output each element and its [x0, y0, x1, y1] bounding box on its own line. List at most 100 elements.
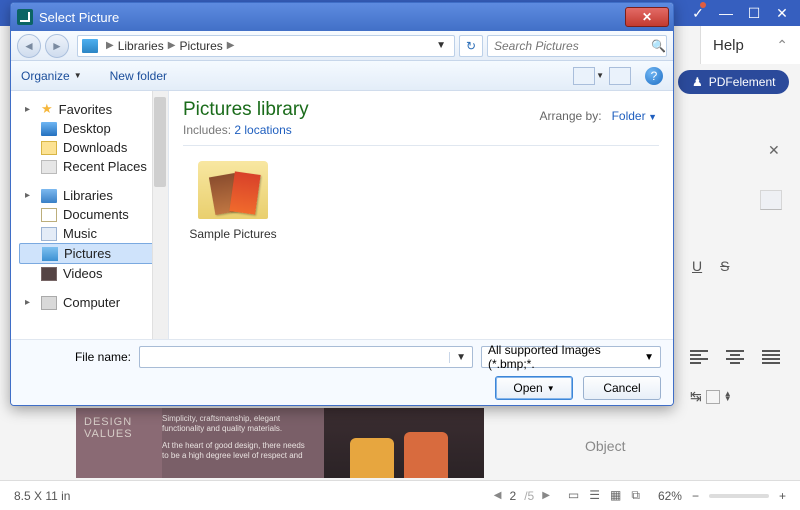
library-subtitle: Includes: 2 locations: [183, 123, 659, 137]
tree-desktop[interactable]: Desktop: [19, 119, 164, 138]
search-input[interactable]: [494, 39, 651, 53]
zoom-value[interactable]: 62%: [658, 489, 682, 503]
dialog-title: Select Picture: [39, 10, 119, 25]
dropdown-stub[interactable]: [760, 190, 782, 210]
folder-item-sample-pictures[interactable]: Sample Pictures: [183, 161, 283, 241]
tree-videos[interactable]: Videos: [19, 264, 164, 283]
tree-documents[interactable]: Documents: [19, 205, 164, 224]
search-box[interactable]: 🔍: [487, 35, 667, 57]
select-picture-dialog: Select Picture ✕ ◄ ► ▶ Libraries ▶ Pictu…: [10, 2, 674, 406]
maximize-button[interactable]: ☐: [740, 2, 768, 24]
chevron-right-icon[interactable]: ▶: [102, 40, 118, 51]
tree-music[interactable]: Music: [19, 224, 164, 243]
page-navigator: ◀ 2 /5 ▶: [494, 489, 550, 503]
page-dimensions: 8.5 X 11 in: [14, 489, 70, 503]
chevron-right-icon[interactable]: ▶: [164, 40, 180, 51]
view-single-icon[interactable]: ▭: [568, 488, 579, 503]
crumb-libraries[interactable]: Libraries: [118, 39, 164, 53]
help-panel-header: Help ⌃: [700, 26, 800, 64]
align-justify-button[interactable]: [762, 350, 780, 364]
close-button[interactable]: ✕: [768, 2, 796, 24]
content-pane: Pictures library Includes: 2 locations A…: [169, 91, 673, 339]
align-left-button[interactable]: [690, 350, 708, 364]
zoom-slider[interactable]: [709, 494, 769, 498]
tree-libraries[interactable]: ▸Libraries: [19, 186, 164, 205]
view-grid-icon[interactable]: ▦: [610, 488, 621, 503]
status-bar: 8.5 X 11 in ◀ 2 /5 ▶ ▭ ☰ ▦ ⧉ 62% − +: [0, 480, 800, 510]
tree-recent[interactable]: Recent Places: [19, 157, 164, 176]
strikethrough-button[interactable]: S: [720, 258, 729, 274]
indent-icon[interactable]: ↹: [690, 388, 702, 405]
indent-stepper[interactable]: ▲▼: [724, 392, 732, 402]
crumb-pictures[interactable]: Pictures: [179, 39, 222, 53]
indent-group: ↹ ▲▼: [690, 388, 732, 405]
preview-pane-button[interactable]: [609, 67, 631, 85]
dialog-nav: ◄ ► ▶ Libraries ▶ Pictures ▶ ▼ ↻ 🔍: [11, 31, 673, 61]
underline-button[interactable]: U: [692, 258, 702, 274]
tree-favorites[interactable]: ▸★Favorites: [19, 99, 164, 119]
folder-icon: [198, 161, 268, 219]
breadcrumb[interactable]: ▶ Libraries ▶ Pictures ▶ ▼: [77, 35, 455, 57]
pdfelement-account-button[interactable]: ♟ PDFelement: [678, 70, 789, 94]
cancel-button[interactable]: Cancel: [583, 376, 661, 400]
object-section-label: Object: [585, 438, 625, 454]
arrange-by-dropdown[interactable]: Folder: [612, 109, 657, 123]
view-mode-group: ▭ ☰ ▦ ⧉: [568, 488, 640, 503]
dialog-toolbar: Organize New folder ▼ ?: [11, 61, 673, 91]
notification-dot-icon: [700, 2, 706, 8]
view-options-button[interactable]: ▼: [573, 67, 595, 85]
library-icon: [82, 39, 98, 53]
indent-value-box[interactable]: [706, 390, 720, 404]
panel-close-icon[interactable]: ✕: [768, 142, 780, 159]
back-button[interactable]: ◄: [17, 34, 41, 58]
forward-button[interactable]: ►: [45, 34, 69, 58]
view-continuous-icon[interactable]: ☰: [589, 488, 600, 503]
organize-menu[interactable]: Organize: [21, 69, 82, 83]
help-icon[interactable]: ?: [645, 67, 663, 85]
folder-label: Sample Pictures: [183, 227, 283, 241]
doc-heading: DESIGN VALUES: [76, 408, 162, 478]
filename-input[interactable]: ▼: [139, 346, 473, 368]
dialog-titlebar[interactable]: Select Picture ✕: [11, 3, 673, 31]
refresh-button[interactable]: ↻: [459, 35, 483, 57]
page-total: /5: [524, 489, 534, 503]
tree-computer[interactable]: ▸Computer: [19, 293, 164, 312]
help-label: Help: [713, 37, 744, 54]
filename-dropdown-icon[interactable]: ▼: [449, 352, 472, 363]
document-preview: DESIGN VALUES Simplicity, craftsmanship,…: [76, 408, 484, 478]
page-next-button[interactable]: ▶: [542, 490, 550, 501]
tree-downloads[interactable]: Downloads: [19, 138, 164, 157]
alignment-group: [690, 350, 780, 364]
align-center-button[interactable]: [726, 350, 744, 364]
open-button[interactable]: Open▼: [495, 376, 573, 400]
arrange-by: Arrange by: Folder: [540, 109, 658, 123]
nav-tree: ▸★Favorites Desktop Downloads Recent Pla…: [11, 91, 169, 339]
page-prev-button[interactable]: ◀: [494, 490, 502, 501]
chevron-up-icon[interactable]: ⌃: [776, 37, 788, 54]
new-folder-button[interactable]: New folder: [110, 69, 167, 83]
pdfelement-label: PDFelement: [709, 75, 776, 89]
chevron-right-icon[interactable]: ▶: [223, 40, 239, 51]
filetype-dropdown[interactable]: All supported Images (*.bmp;*. ▼: [481, 346, 661, 368]
checkmark-icon[interactable]: ✓: [684, 2, 712, 24]
zoom-out-button[interactable]: −: [692, 489, 699, 503]
chevron-down-icon: ▼: [644, 352, 654, 363]
page-current[interactable]: 2: [510, 489, 517, 503]
filename-label: File name:: [23, 350, 131, 364]
doc-text: Simplicity, craftsmanship, elegant funct…: [162, 414, 312, 462]
text-decoration-group: U S: [692, 258, 729, 274]
locations-link[interactable]: 2 locations: [234, 123, 291, 137]
dialog-bottom: File name: ▼ All supported Images (*.bmp…: [11, 339, 673, 405]
tree-pictures[interactable]: Pictures: [19, 243, 164, 264]
view-read-icon[interactable]: ⧉: [631, 488, 640, 503]
zoom-control: 62% − +: [658, 489, 786, 503]
zoom-in-button[interactable]: +: [779, 489, 786, 503]
tree-scrollbar[interactable]: [152, 91, 168, 339]
search-icon[interactable]: 🔍: [651, 39, 666, 53]
doc-image: [324, 408, 484, 478]
dialog-close-button[interactable]: ✕: [625, 7, 669, 27]
app-icon: [17, 9, 33, 25]
breadcrumb-dropdown[interactable]: ▼: [436, 40, 450, 51]
minimize-button[interactable]: ―: [712, 2, 740, 24]
user-icon: ♟: [692, 75, 703, 89]
